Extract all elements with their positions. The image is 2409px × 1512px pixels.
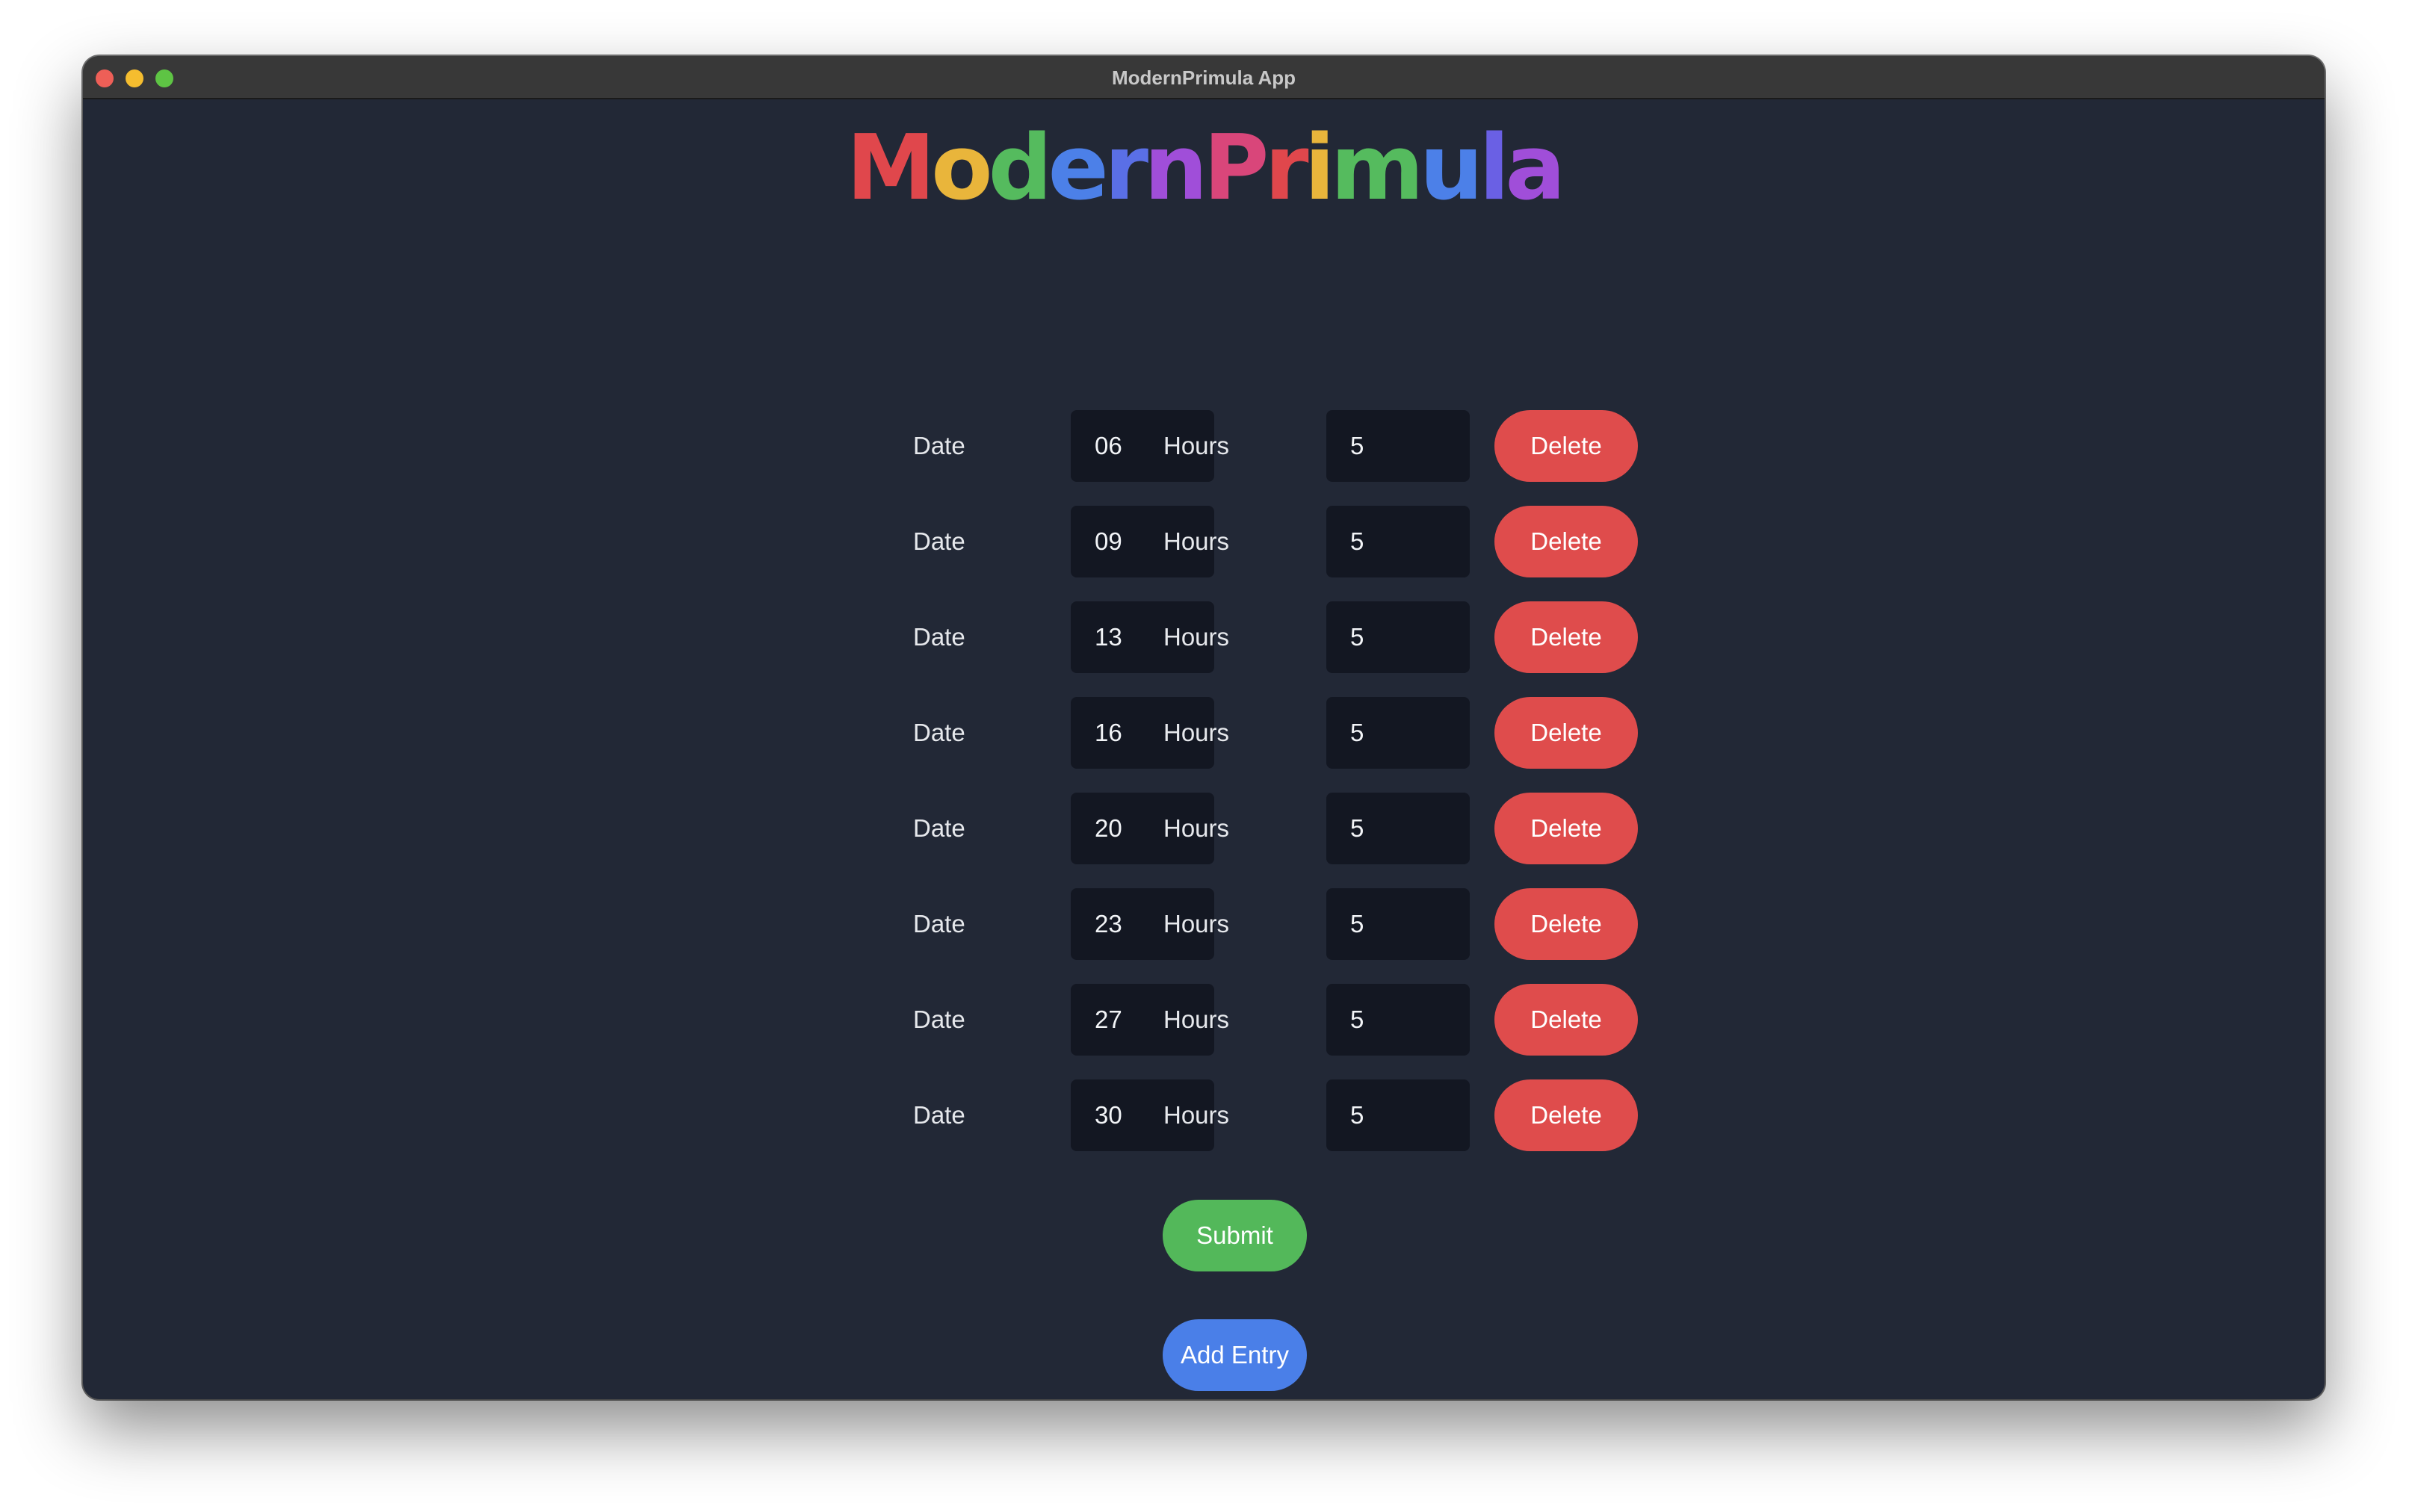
delete-entry-button[interactable]: Delete	[1494, 410, 1638, 482]
logo-letter: r	[1264, 117, 1308, 220]
date-label: Date	[913, 719, 965, 746]
logo-letter: a	[1505, 117, 1565, 220]
logo-letter: i	[1304, 117, 1335, 220]
logo-letter: o	[931, 117, 992, 220]
hours-label: Hours	[1163, 1101, 1230, 1129]
hours-input[interactable]	[1326, 601, 1470, 673]
date-label: Date	[913, 910, 965, 938]
entry-row: Date Hours Delete	[913, 793, 1660, 864]
add-entry-button[interactable]: Add Entry	[1163, 1319, 1307, 1391]
entry-row: Date Hours Delete	[913, 984, 1660, 1056]
entry-row: Date Hours Delete	[913, 410, 1660, 482]
date-label: Date	[913, 527, 965, 555]
hours-input[interactable]	[1326, 888, 1470, 960]
title-bar: ModernPrimula App	[83, 56, 2325, 99]
delete-entry-button[interactable]: Delete	[1494, 601, 1638, 673]
hours-label: Hours	[1163, 1006, 1230, 1033]
entry-row: Date Hours Delete	[913, 697, 1660, 769]
date-label: Date	[913, 1101, 965, 1129]
hours-input[interactable]	[1326, 984, 1470, 1056]
logo-letter: e	[1048, 117, 1108, 220]
window-title: ModernPrimula App	[1111, 66, 1296, 89]
hours-input[interactable]	[1326, 793, 1470, 864]
delete-entry-button[interactable]: Delete	[1494, 888, 1638, 960]
entry-row: Date Hours Delete	[913, 601, 1660, 673]
date-label: Date	[913, 432, 965, 459]
logo-letter: n	[1144, 117, 1207, 220]
hours-label: Hours	[1163, 432, 1230, 459]
logo-letter: P	[1203, 117, 1269, 220]
logo-letter: r	[1104, 117, 1148, 220]
entry-row: Date Hours Delete	[913, 888, 1660, 960]
hours-label: Hours	[1163, 910, 1230, 938]
hours-input[interactable]	[1326, 410, 1470, 482]
logo-letter: m	[1330, 117, 1424, 220]
hours-label: Hours	[1163, 527, 1230, 555]
delete-entry-button[interactable]: Delete	[1494, 1079, 1638, 1151]
logo-letter: M	[846, 117, 936, 220]
date-label: Date	[913, 623, 965, 651]
delete-entry-button[interactable]: Delete	[1494, 984, 1638, 1056]
delete-entry-button[interactable]: Delete	[1494, 697, 1638, 769]
app-logo: ModernPrimula	[83, 113, 2325, 225]
submit-button[interactable]: Submit	[1163, 1200, 1307, 1271]
delete-entry-button[interactable]: Delete	[1494, 793, 1638, 864]
app-window: ModernPrimula App ModernPrimula DateHour…	[83, 56, 2325, 1399]
hours-label: Hours	[1163, 623, 1230, 651]
entry-row: Date Hours Delete	[913, 506, 1660, 577]
date-label: Date	[913, 1006, 965, 1033]
logo-letter: d	[988, 117, 1053, 220]
hours-label: Hours	[1163, 814, 1230, 842]
hours-input[interactable]	[1326, 697, 1470, 769]
hours-label: Hours	[1163, 719, 1230, 746]
logo-letter: u	[1419, 117, 1483, 220]
logo-letter: l	[1479, 117, 1509, 220]
delete-entry-button[interactable]: Delete	[1494, 506, 1638, 577]
date-label: Date	[913, 814, 965, 842]
hours-input[interactable]	[1326, 1079, 1470, 1151]
entry-row: Date Hours Delete	[913, 1079, 1660, 1151]
hours-input[interactable]	[1326, 506, 1470, 577]
